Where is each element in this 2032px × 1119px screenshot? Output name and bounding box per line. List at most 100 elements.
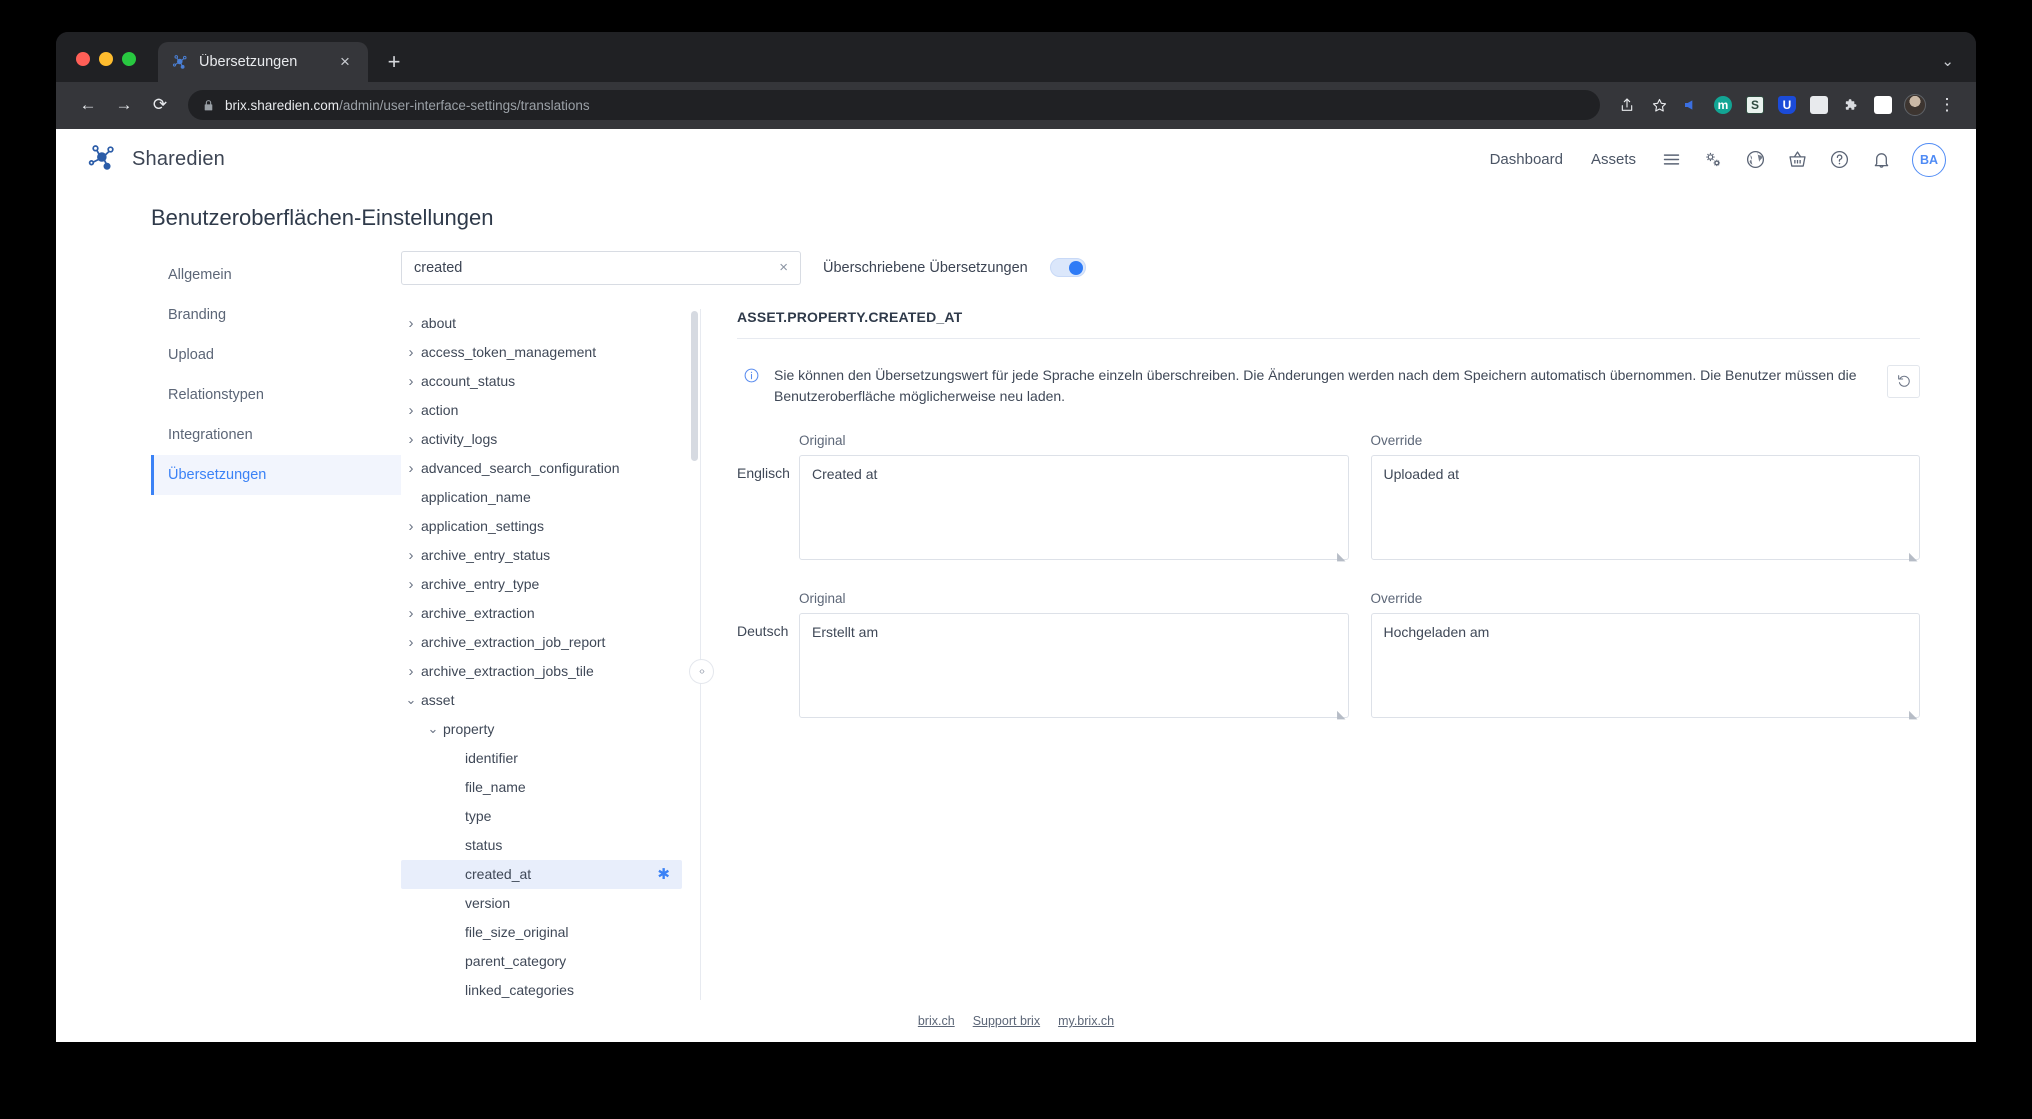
- share-icon[interactable]: [1612, 90, 1642, 120]
- chevron-right-icon[interactable]: ›: [401, 576, 421, 593]
- gears-settings-icon[interactable]: [1692, 139, 1734, 181]
- translation-key-tree: › about › access_token_management › account_s…: [401, 308, 701, 1000]
- browser-tab[interactable]: Übersetzungen ×: [158, 41, 368, 82]
- overrides-toggle[interactable]: [1049, 258, 1086, 278]
- help-circle-icon[interactable]: [1818, 139, 1860, 181]
- tree-row[interactable]: status: [401, 831, 682, 860]
- search-input[interactable]: [414, 259, 772, 276]
- tree-row[interactable]: › action: [401, 396, 682, 425]
- maximize-window-button[interactable]: [122, 51, 136, 66]
- tree-row[interactable]: ⌄ asset: [401, 686, 682, 715]
- tree-row[interactable]: › about: [401, 309, 682, 338]
- tree-row[interactable]: created_at ✱: [401, 859, 682, 889]
- sidebar-item-upload[interactable]: Upload: [151, 335, 401, 375]
- shield-extension-icon[interactable]: U: [1772, 90, 1802, 120]
- chevron-right-icon[interactable]: ›: [401, 373, 421, 390]
- tree-row[interactable]: file_name: [401, 773, 682, 802]
- close-tab-button[interactable]: ×: [334, 51, 356, 73]
- tree-row[interactable]: › archive_entry_type: [401, 570, 682, 599]
- hamburger-menu-icon[interactable]: [1650, 139, 1692, 181]
- sidebar-item-branding[interactable]: Branding: [151, 295, 401, 335]
- bookmark-star-icon[interactable]: [1644, 90, 1674, 120]
- close-window-button[interactable]: [76, 51, 90, 66]
- tree-row[interactable]: › activity_logs: [401, 425, 682, 454]
- sidebar-item-allgemein[interactable]: Allgemein: [151, 255, 401, 295]
- chevron-right-icon[interactable]: ›: [401, 344, 421, 361]
- brand[interactable]: Sharedien: [88, 142, 225, 177]
- square-extension-icon[interactable]: [1868, 90, 1898, 120]
- chevron-right-icon[interactable]: ›: [401, 431, 421, 448]
- clear-search-icon[interactable]: ×: [771, 259, 788, 276]
- original-textarea-deutsch[interactable]: [799, 612, 1349, 718]
- tree-row[interactable]: file_size_original: [401, 918, 682, 947]
- tree-scroll-container[interactable]: › about › access_token_management › account_s…: [401, 309, 682, 1000]
- megaphone-extension-icon[interactable]: [1676, 90, 1706, 120]
- footer-link-my-brix-ch[interactable]: my.brix.ch: [1058, 1014, 1114, 1028]
- url-path: /admin/user-interface-settings/translati…: [339, 97, 590, 113]
- chevron-right-icon[interactable]: ›: [401, 605, 421, 622]
- globe-language-icon[interactable]: [1734, 139, 1776, 181]
- tree-row[interactable]: › access_token_management: [401, 338, 682, 367]
- tree-row[interactable]: › archive_extraction: [401, 599, 682, 628]
- tree-row[interactable]: › application_settings: [401, 512, 682, 541]
- notification-bell-icon[interactable]: [1860, 139, 1902, 181]
- browser-tab-title: Übersetzungen: [199, 53, 298, 70]
- tree-row[interactable]: › archive_entry_status: [401, 541, 682, 570]
- sidebar-item-relationstypen[interactable]: Relationstypen: [151, 375, 401, 415]
- tree-row[interactable]: › advanced_search_configuration: [401, 454, 682, 483]
- tree-row[interactable]: › archive_extraction_jobs_tile: [401, 657, 682, 686]
- header-link-assets[interactable]: Assets: [1577, 151, 1650, 168]
- back-button[interactable]: ←: [72, 89, 104, 121]
- chevron-right-icon[interactable]: ›: [401, 547, 421, 564]
- address-bar[interactable]: brix.sharedien.com/admin/user-interface-…: [188, 90, 1600, 121]
- tree-item-label: archive_extraction_jobs_tile: [421, 663, 594, 680]
- splitter-handle[interactable]: ‹›: [689, 658, 714, 684]
- basket-cart-icon[interactable]: [1776, 139, 1818, 181]
- sharedien-extension-icon[interactable]: S: [1740, 90, 1770, 120]
- search-box[interactable]: ×: [401, 250, 801, 285]
- chevron-right-icon[interactable]: ›: [401, 460, 421, 477]
- tab-list-chevron-down-icon[interactable]: ⌄: [1941, 52, 1954, 70]
- forward-button[interactable]: →: [108, 89, 140, 121]
- pinned-note-extension-icon[interactable]: [1804, 90, 1834, 120]
- override-textarea-deutsch[interactable]: [1370, 612, 1920, 718]
- tree-row[interactable]: linked_categories: [401, 976, 682, 1000]
- footer-link-support-brix[interactable]: Support brix: [973, 1014, 1040, 1028]
- chevron-right-icon[interactable]: ›: [401, 663, 421, 680]
- minimize-window-button[interactable]: [99, 51, 113, 66]
- chevron-down-icon[interactable]: ⌄: [423, 722, 443, 735]
- sidebar-item-integrationen[interactable]: Integrationen: [151, 415, 401, 455]
- tree-row[interactable]: parent_category: [401, 947, 682, 976]
- chevron-down-icon[interactable]: ⌄: [401, 693, 421, 706]
- chevron-right-icon[interactable]: ›: [401, 634, 421, 651]
- override-textarea-englisch[interactable]: [1370, 454, 1920, 560]
- chevron-right-icon[interactable]: ›: [401, 402, 421, 419]
- tree-row[interactable]: application_name: [401, 483, 682, 512]
- browser-window: Übersetzungen × + ⌄ ← → ⟳ brix.sharedien…: [56, 32, 1976, 1042]
- pane-splitter[interactable]: ‹›: [689, 309, 714, 1000]
- header-link-dashboard[interactable]: Dashboard: [1476, 151, 1577, 168]
- browser-menu-button[interactable]: ⋮: [1932, 90, 1962, 120]
- chevron-right-icon[interactable]: ›: [401, 315, 421, 332]
- puzzle-extensions-icon[interactable]: [1836, 90, 1866, 120]
- tree-item-label: created_at: [465, 866, 532, 883]
- tree-row[interactable]: › account_status: [401, 367, 682, 396]
- original-textarea-englisch[interactable]: [799, 454, 1349, 560]
- user-avatar[interactable]: BA: [1912, 142, 1946, 177]
- tree-row[interactable]: identifier: [401, 744, 682, 773]
- tree-row[interactable]: ⌄ property: [401, 715, 682, 744]
- profile-avatar[interactable]: [1900, 90, 1930, 120]
- new-tab-button[interactable]: +: [378, 46, 410, 78]
- footer-link-brix-ch[interactable]: brix.ch: [918, 1014, 955, 1028]
- column-header-original: Original: [799, 590, 846, 606]
- sidebar-item-uebersetzungen[interactable]: Übersetzungen: [151, 454, 401, 495]
- mastodon-extension-icon[interactable]: m: [1708, 90, 1738, 120]
- tree-row[interactable]: › archive_extraction_job_report: [401, 628, 682, 657]
- tree-row[interactable]: type: [401, 802, 682, 831]
- tree-scrollbar[interactable]: [691, 310, 698, 461]
- chevron-right-icon[interactable]: ›: [401, 518, 421, 535]
- reset-override-button[interactable]: [1887, 364, 1920, 398]
- reload-button[interactable]: ⟳: [144, 89, 176, 121]
- tree-row[interactable]: version: [401, 889, 682, 918]
- tree-item-label: property: [443, 721, 495, 738]
